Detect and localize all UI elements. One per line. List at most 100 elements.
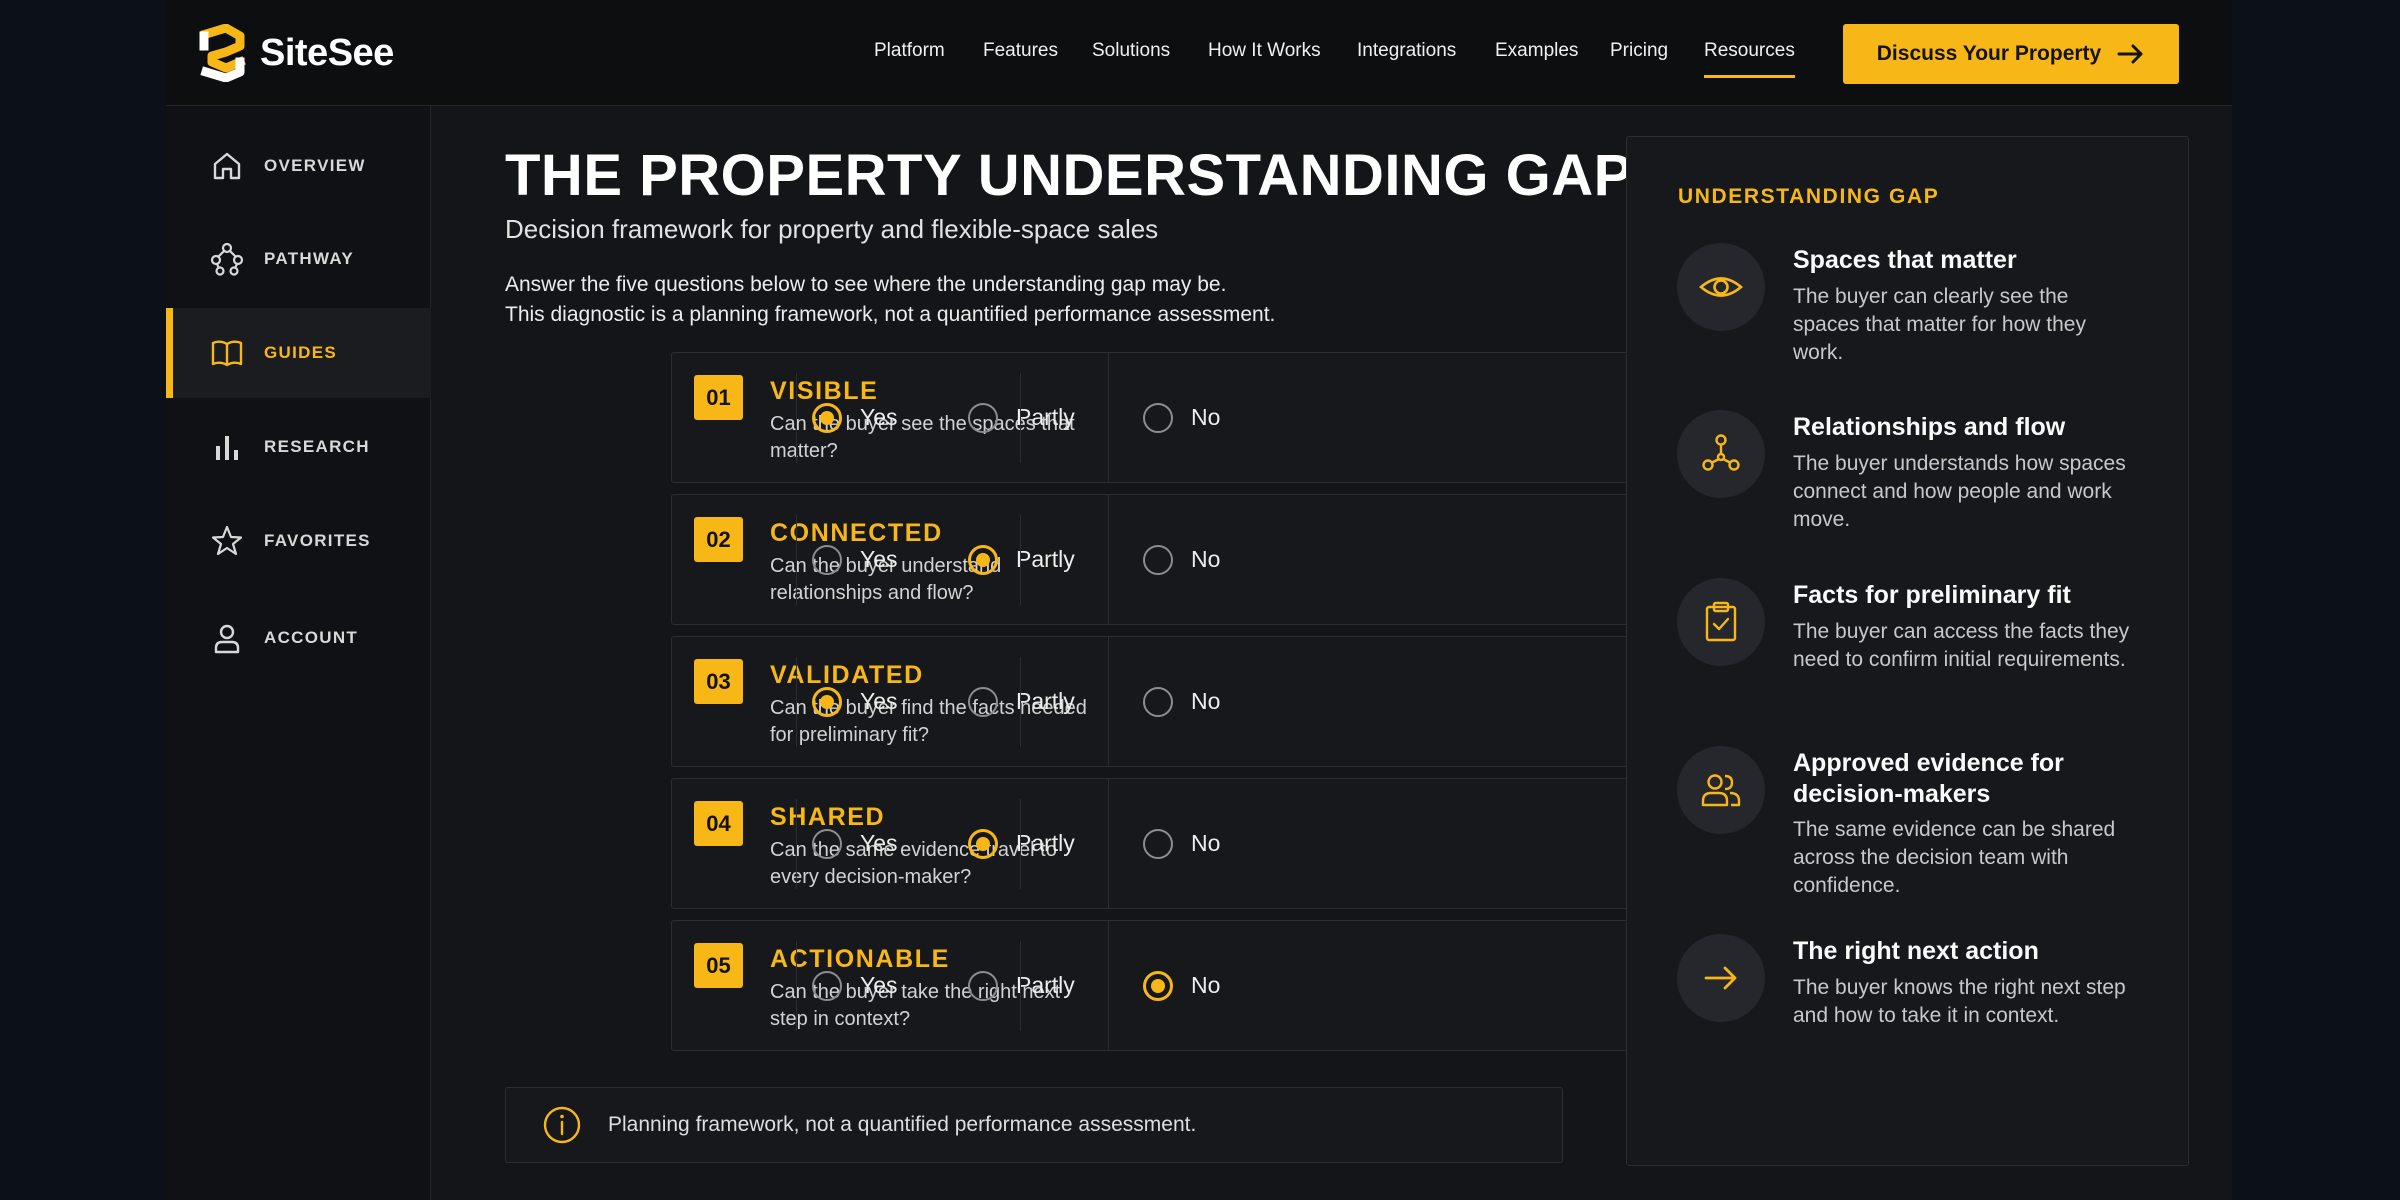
radio-no[interactable]	[1143, 970, 1173, 1001]
option-no[interactable]: No	[1143, 921, 1220, 1050]
radio-partly[interactable]	[968, 686, 998, 717]
clipboard-check-icon	[1705, 601, 1737, 642]
sidebar-item-account[interactable]: ACCOUNT	[166, 593, 431, 683]
sidebar-label: PATHWAY	[264, 249, 355, 268]
info-note: Planning framework, not a quantified per…	[505, 1087, 1563, 1163]
question-row: 03 VALIDATED Can the buyer find the facts …	[671, 636, 1729, 767]
radio-partly[interactable]	[968, 828, 998, 859]
radio-no[interactable]	[1143, 544, 1173, 575]
radio-no[interactable]	[1143, 686, 1173, 717]
question-row: 05 ACTIONABLE Can the buyer take the right…	[671, 920, 1729, 1051]
option-divider	[1020, 799, 1021, 889]
sidebar-label: OVERVIEW	[264, 156, 366, 175]
option-divider	[1020, 941, 1021, 1031]
panel-item-desc: The buyer knows the right next step and …	[1793, 976, 2126, 1027]
sidebar-label: ACCOUNT	[264, 628, 359, 647]
nav-examples[interactable]: Examples	[1495, 40, 1578, 62]
panel-item-desc: The buyer understands how spaces connect…	[1793, 452, 2126, 531]
book-icon	[211, 340, 243, 367]
option-no[interactable]: No	[1143, 637, 1220, 766]
option-label: No	[1191, 830, 1221, 856]
network-icon	[1702, 434, 1740, 471]
panel-icon-circle	[1677, 410, 1765, 498]
option-no[interactable]: No	[1143, 495, 1220, 624]
option-yes[interactable]: Yes	[812, 637, 898, 766]
question-number: 01	[694, 375, 743, 420]
sidebar-label: GUIDES	[264, 343, 337, 362]
option-partly[interactable]: Partly	[968, 353, 1075, 482]
arrow-right-icon	[2117, 44, 2143, 64]
discuss-property-button[interactable]: Discuss Your Property	[1843, 24, 2179, 84]
option-divider	[796, 799, 797, 889]
option-divider	[796, 657, 797, 747]
option-label: No	[1191, 546, 1221, 572]
option-label: Partly	[1016, 546, 1075, 572]
panel-item-title: The right next action	[1793, 937, 2039, 965]
question-row: 01 VISIBLE Can the buyer see the spaces th…	[671, 352, 1729, 483]
nav-integrations[interactable]: Integrations	[1357, 40, 1456, 62]
option-partly[interactable]: Partly	[968, 779, 1075, 908]
question-number: 03	[694, 659, 743, 704]
radio-no[interactable]	[1143, 828, 1173, 859]
option-no[interactable]: No	[1143, 353, 1220, 482]
cta-label: Discuss Your Property	[1876, 42, 2102, 65]
option-yes[interactable]: Yes	[812, 353, 898, 482]
option-divider	[1020, 515, 1021, 605]
radio-yes[interactable]	[812, 970, 842, 1001]
option-partly[interactable]: Partly	[968, 921, 1075, 1050]
option-no[interactable]: No	[1143, 779, 1220, 908]
nav-platform[interactable]: Platform	[874, 40, 945, 62]
panel-item: Spaces that matter The buyer can clearly…	[1677, 243, 2157, 383]
intro-text: Answer the five questions below to see w…	[505, 270, 1275, 330]
option-yes[interactable]: Yes	[812, 495, 898, 624]
radio-yes[interactable]	[812, 402, 842, 433]
app-window: SiteSee Platform Features Solutions How …	[166, 0, 2232, 1200]
option-partly[interactable]: Partly	[968, 495, 1075, 624]
option-label: Yes	[860, 546, 898, 572]
sitesee-logo-icon	[199, 24, 246, 82]
panel-item: Facts for preliminary fit The buyer can …	[1677, 578, 2157, 718]
option-yes[interactable]: Yes	[812, 921, 898, 1050]
option-label: Yes	[860, 830, 898, 856]
nav-pricing[interactable]: Pricing	[1610, 40, 1668, 62]
nav-how-it-works[interactable]: How It Works	[1208, 40, 1321, 62]
panel-item-desc: The buyer can access the facts they need…	[1793, 620, 2130, 671]
option-divider	[796, 941, 797, 1031]
option-divider	[796, 373, 797, 463]
question-number: 05	[694, 943, 743, 988]
option-label: Partly	[1016, 830, 1075, 856]
radio-no[interactable]	[1143, 402, 1173, 433]
option-label: No	[1191, 404, 1221, 430]
option-divider	[1020, 373, 1021, 463]
page-title: THE PROPERTY UNDERSTANDING GAP	[505, 143, 1633, 208]
radio-partly[interactable]	[968, 544, 998, 575]
option-label: Partly	[1016, 972, 1075, 998]
brand-logo[interactable]: SiteSee	[166, 0, 432, 106]
nav-resources[interactable]: Resources	[1704, 40, 1795, 78]
radio-partly[interactable]	[968, 402, 998, 433]
option-label: Partly	[1016, 688, 1075, 714]
info-icon	[543, 1106, 581, 1144]
option-partly[interactable]: Partly	[968, 637, 1075, 766]
radio-yes[interactable]	[812, 828, 842, 859]
option-yes[interactable]: Yes	[812, 779, 898, 908]
sidebar-label: RESEARCH	[264, 437, 370, 456]
radio-partly[interactable]	[968, 970, 998, 1001]
sidebar-label: FAVORITES	[264, 531, 371, 550]
intro-line: Answer the five questions below to see w…	[505, 273, 1227, 296]
radio-yes[interactable]	[812, 544, 842, 575]
sidebar-item-favorites[interactable]: FAVORITES	[166, 496, 431, 586]
user-icon	[214, 624, 240, 654]
option-divider	[796, 515, 797, 605]
sidebar-item-overview[interactable]: OVERVIEW	[166, 121, 431, 211]
radio-yes[interactable]	[812, 686, 842, 717]
sidebar-item-guides[interactable]: GUIDES	[166, 308, 431, 398]
panel-item-title: Approved evidence for decision-makers	[1793, 749, 2064, 808]
sidebar-item-research[interactable]: RESEARCH	[166, 402, 431, 492]
panel-item: The right next action The buyer knows th…	[1677, 934, 2157, 1074]
question-row: 04 SHARED Can the same evidence travel to …	[671, 778, 1729, 909]
star-icon	[211, 525, 243, 556]
sidebar-item-pathway[interactable]: PATHWAY	[166, 214, 431, 304]
nav-solutions[interactable]: Solutions	[1092, 40, 1170, 62]
nav-features[interactable]: Features	[983, 40, 1058, 62]
